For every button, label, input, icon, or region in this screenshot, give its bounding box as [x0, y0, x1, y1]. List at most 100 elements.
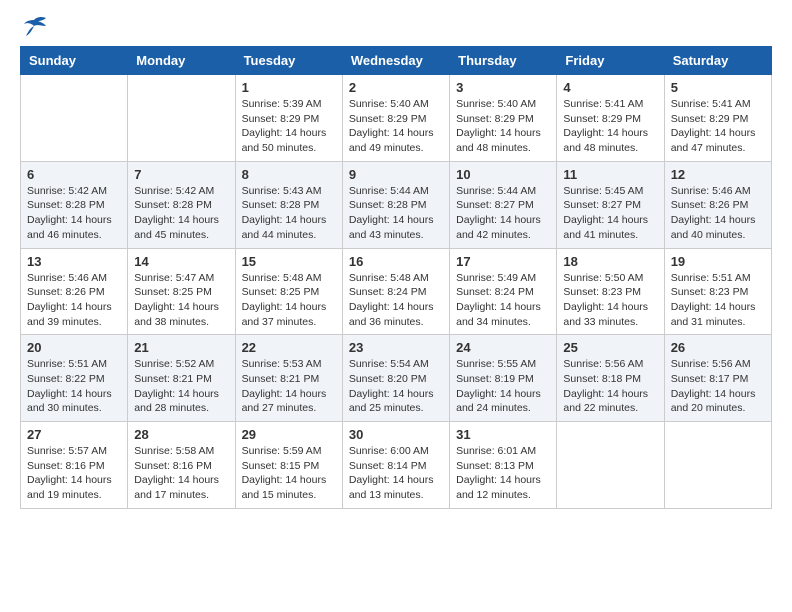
calendar-day-6: 6Sunrise: 5:42 AM Sunset: 8:28 PM Daylig… [21, 161, 128, 248]
weekday-header-friday: Friday [557, 47, 664, 75]
day-number: 12 [671, 167, 765, 182]
day-info: Sunrise: 5:41 AM Sunset: 8:29 PM Dayligh… [563, 97, 657, 156]
calendar-day-19: 19 Sunrise: 5:51 AM Sunset: 8:23 PM Dayli… [664, 248, 771, 335]
day-info: Sunrise: 5:50 AM Sunset: 8:23 PM Dayligh… [563, 271, 657, 330]
calendar-empty-cell [557, 422, 664, 509]
day-number: 23 [349, 340, 443, 355]
day-number: 27 [27, 427, 121, 442]
day-number: 14 [134, 254, 228, 269]
calendar-day-11: 11Sunrise: 5:45 AM Sunset: 8:27 PM Dayli… [557, 161, 664, 248]
day-info: Sunrise: 5:47 AM Sunset: 8:25 PM Dayligh… [134, 271, 228, 330]
calendar-day-3: 3Sunrise: 5:40 AM Sunset: 8:29 PM Daylig… [450, 75, 557, 162]
calendar-week-row: 20 Sunrise: 5:51 AM Sunset: 8:22 PM Dayli… [21, 335, 772, 422]
calendar-day-26: 26 Sunrise: 5:56 AM Sunset: 8:17 PM Dayli… [664, 335, 771, 422]
day-number: 8 [242, 167, 336, 182]
day-info: Sunrise: 5:56 AM Sunset: 8:17 PM Dayligh… [671, 357, 765, 416]
day-info: Sunrise: 5:59 AM Sunset: 8:15 PM Dayligh… [242, 444, 336, 503]
calendar-day-17: 17Sunrise: 5:49 AM Sunset: 8:24 PM Dayli… [450, 248, 557, 335]
calendar-day-10: 10 Sunrise: 5:44 AM Sunset: 8:27 PM Dayli… [450, 161, 557, 248]
calendar-week-row: 27 Sunrise: 5:57 AM Sunset: 8:16 PM Dayli… [21, 422, 772, 509]
weekday-header-wednesday: Wednesday [342, 47, 449, 75]
day-number: 20 [27, 340, 121, 355]
day-info: Sunrise: 5:43 AM Sunset: 8:28 PM Dayligh… [242, 184, 336, 243]
calendar-day-7: 7 Sunrise: 5:42 AM Sunset: 8:28 PM Daylig… [128, 161, 235, 248]
day-number: 24 [456, 340, 550, 355]
calendar-day-29: 29 Sunrise: 5:59 AM Sunset: 8:15 PM Dayli… [235, 422, 342, 509]
day-info: Sunrise: 5:56 AM Sunset: 8:18 PM Dayligh… [563, 357, 657, 416]
day-number: 30 [349, 427, 443, 442]
calendar-empty-cell [664, 422, 771, 509]
day-number: 28 [134, 427, 228, 442]
day-number: 29 [242, 427, 336, 442]
calendar-day-4: 4 Sunrise: 5:41 AM Sunset: 8:29 PM Daylig… [557, 75, 664, 162]
day-number: 25 [563, 340, 657, 355]
calendar-day-27: 27 Sunrise: 5:57 AM Sunset: 8:16 PM Dayli… [21, 422, 128, 509]
day-info: Sunrise: 5:54 AM Sunset: 8:20 PM Dayligh… [349, 357, 443, 416]
calendar-day-8: 8 Sunrise: 5:43 AM Sunset: 8:28 PM Daylig… [235, 161, 342, 248]
day-info: Sunrise: 5:42 AM Sunset: 8:28 PM Dayligh… [134, 184, 228, 243]
calendar-week-row: 13 Sunrise: 5:46 AM Sunset: 8:26 PM Dayli… [21, 248, 772, 335]
page-header [20, 16, 772, 38]
calendar-day-20: 20 Sunrise: 5:51 AM Sunset: 8:22 PM Dayli… [21, 335, 128, 422]
day-info: Sunrise: 5:39 AM Sunset: 8:29 PM Dayligh… [242, 97, 336, 156]
weekday-header-monday: Monday [128, 47, 235, 75]
calendar-day-21: 21 Sunrise: 5:52 AM Sunset: 8:21 PM Dayli… [128, 335, 235, 422]
day-info: Sunrise: 6:01 AM Sunset: 8:13 PM Dayligh… [456, 444, 550, 503]
calendar-week-row: 6Sunrise: 5:42 AM Sunset: 8:28 PM Daylig… [21, 161, 772, 248]
calendar-header-row: SundayMondayTuesdayWednesdayThursdayFrid… [21, 47, 772, 75]
calendar-day-31: 31 Sunrise: 6:01 AM Sunset: 8:13 PM Dayli… [450, 422, 557, 509]
day-info: Sunrise: 5:48 AM Sunset: 8:24 PM Dayligh… [349, 271, 443, 330]
day-info: Sunrise: 5:44 AM Sunset: 8:27 PM Dayligh… [456, 184, 550, 243]
day-number: 7 [134, 167, 228, 182]
day-info: Sunrise: 5:57 AM Sunset: 8:16 PM Dayligh… [27, 444, 121, 503]
day-number: 18 [563, 254, 657, 269]
calendar-day-15: 15Sunrise: 5:48 AM Sunset: 8:25 PM Dayli… [235, 248, 342, 335]
calendar-day-9: 9 Sunrise: 5:44 AM Sunset: 8:28 PM Daylig… [342, 161, 449, 248]
day-info: Sunrise: 5:51 AM Sunset: 8:23 PM Dayligh… [671, 271, 765, 330]
day-number: 10 [456, 167, 550, 182]
calendar-day-22: 22 Sunrise: 5:53 AM Sunset: 8:21 PM Dayli… [235, 335, 342, 422]
day-number: 19 [671, 254, 765, 269]
day-info: Sunrise: 5:44 AM Sunset: 8:28 PM Dayligh… [349, 184, 443, 243]
day-info: Sunrise: 5:42 AM Sunset: 8:28 PM Dayligh… [27, 184, 121, 243]
calendar-empty-cell [21, 75, 128, 162]
logo-bird-icon [20, 16, 48, 38]
calendar-week-row: 1 Sunrise: 5:39 AM Sunset: 8:29 PM Daylig… [21, 75, 772, 162]
weekday-header-saturday: Saturday [664, 47, 771, 75]
day-number: 22 [242, 340, 336, 355]
day-number: 4 [563, 80, 657, 95]
day-info: Sunrise: 5:55 AM Sunset: 8:19 PM Dayligh… [456, 357, 550, 416]
calendar-day-16: 16Sunrise: 5:48 AM Sunset: 8:24 PM Dayli… [342, 248, 449, 335]
calendar-day-28: 28Sunrise: 5:58 AM Sunset: 8:16 PM Dayli… [128, 422, 235, 509]
calendar-day-23: 23 Sunrise: 5:54 AM Sunset: 8:20 PM Dayli… [342, 335, 449, 422]
day-info: Sunrise: 5:52 AM Sunset: 8:21 PM Dayligh… [134, 357, 228, 416]
weekday-header-sunday: Sunday [21, 47, 128, 75]
day-info: Sunrise: 6:00 AM Sunset: 8:14 PM Dayligh… [349, 444, 443, 503]
calendar-day-25: 25 Sunrise: 5:56 AM Sunset: 8:18 PM Dayli… [557, 335, 664, 422]
weekday-header-thursday: Thursday [450, 47, 557, 75]
day-number: 21 [134, 340, 228, 355]
day-number: 31 [456, 427, 550, 442]
day-number: 15 [242, 254, 336, 269]
calendar-day-18: 18 Sunrise: 5:50 AM Sunset: 8:23 PM Dayli… [557, 248, 664, 335]
calendar-day-24: 24 Sunrise: 5:55 AM Sunset: 8:19 PM Dayli… [450, 335, 557, 422]
day-info: Sunrise: 5:46 AM Sunset: 8:26 PM Dayligh… [27, 271, 121, 330]
calendar-day-30: 30 Sunrise: 6:00 AM Sunset: 8:14 PM Dayli… [342, 422, 449, 509]
calendar-day-14: 14 Sunrise: 5:47 AM Sunset: 8:25 PM Dayli… [128, 248, 235, 335]
day-info: Sunrise: 5:51 AM Sunset: 8:22 PM Dayligh… [27, 357, 121, 416]
day-number: 17 [456, 254, 550, 269]
day-number: 11 [563, 167, 657, 182]
day-number: 26 [671, 340, 765, 355]
day-info: Sunrise: 5:46 AM Sunset: 8:26 PM Dayligh… [671, 184, 765, 243]
day-number: 2 [349, 80, 443, 95]
day-number: 5 [671, 80, 765, 95]
day-number: 1 [242, 80, 336, 95]
calendar-day-1: 1 Sunrise: 5:39 AM Sunset: 8:29 PM Daylig… [235, 75, 342, 162]
calendar-day-2: 2 Sunrise: 5:40 AM Sunset: 8:29 PM Daylig… [342, 75, 449, 162]
day-info: Sunrise: 5:53 AM Sunset: 8:21 PM Dayligh… [242, 357, 336, 416]
day-number: 3 [456, 80, 550, 95]
day-info: Sunrise: 5:40 AM Sunset: 8:29 PM Dayligh… [349, 97, 443, 156]
day-number: 9 [349, 167, 443, 182]
day-number: 13 [27, 254, 121, 269]
logo [20, 16, 52, 38]
